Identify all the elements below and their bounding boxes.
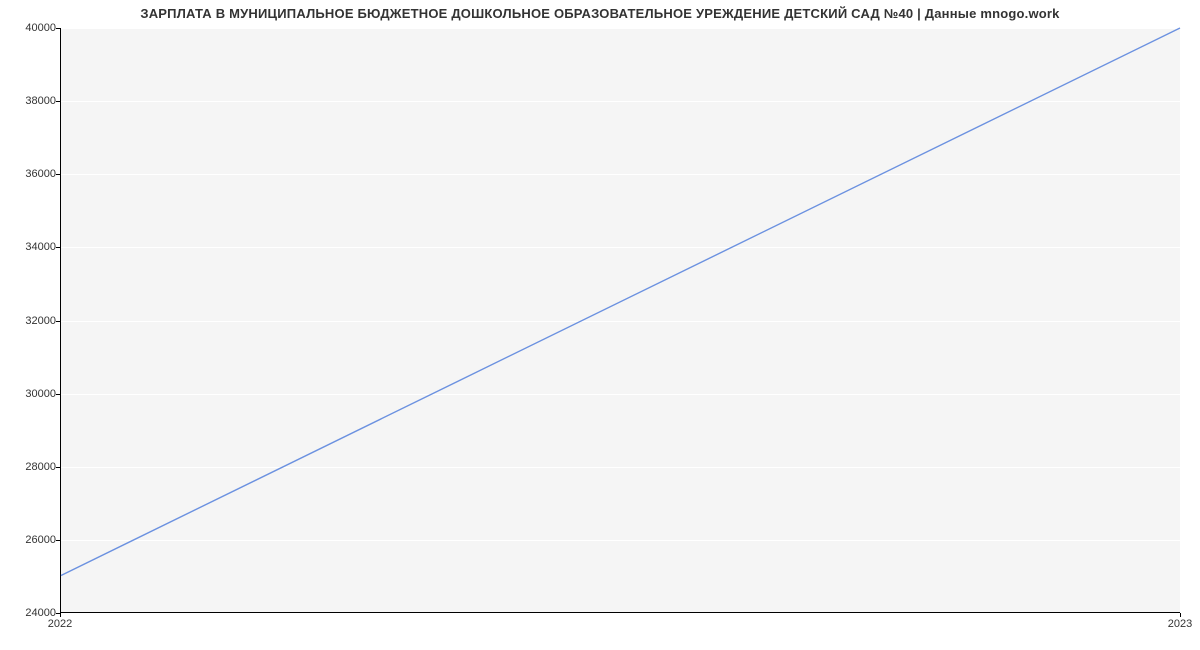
y-tick-label: 34000 <box>16 241 56 253</box>
y-tick-label: 30000 <box>16 388 56 400</box>
y-tick-label: 28000 <box>16 461 56 473</box>
x-tick-label: 2022 <box>48 618 72 630</box>
y-tick-label: 26000 <box>16 534 56 546</box>
y-tick-label: 36000 <box>16 168 56 180</box>
plot-area <box>60 28 1180 613</box>
x-tick-label: 2023 <box>1168 618 1192 630</box>
y-tick-label: 38000 <box>16 95 56 107</box>
salary-line <box>61 28 1180 575</box>
x-tick-mark <box>1180 613 1181 617</box>
y-tick-label: 32000 <box>16 315 56 327</box>
y-tick-label: 40000 <box>16 22 56 34</box>
chart-container: ЗАРПЛАТА В МУНИЦИПАЛЬНОЕ БЮДЖЕТНОЕ ДОШКО… <box>0 0 1200 650</box>
chart-title: ЗАРПЛАТА В МУНИЦИПАЛЬНОЕ БЮДЖЕТНОЕ ДОШКО… <box>0 6 1200 21</box>
line-series <box>61 28 1180 612</box>
x-tick-mark <box>60 613 61 617</box>
